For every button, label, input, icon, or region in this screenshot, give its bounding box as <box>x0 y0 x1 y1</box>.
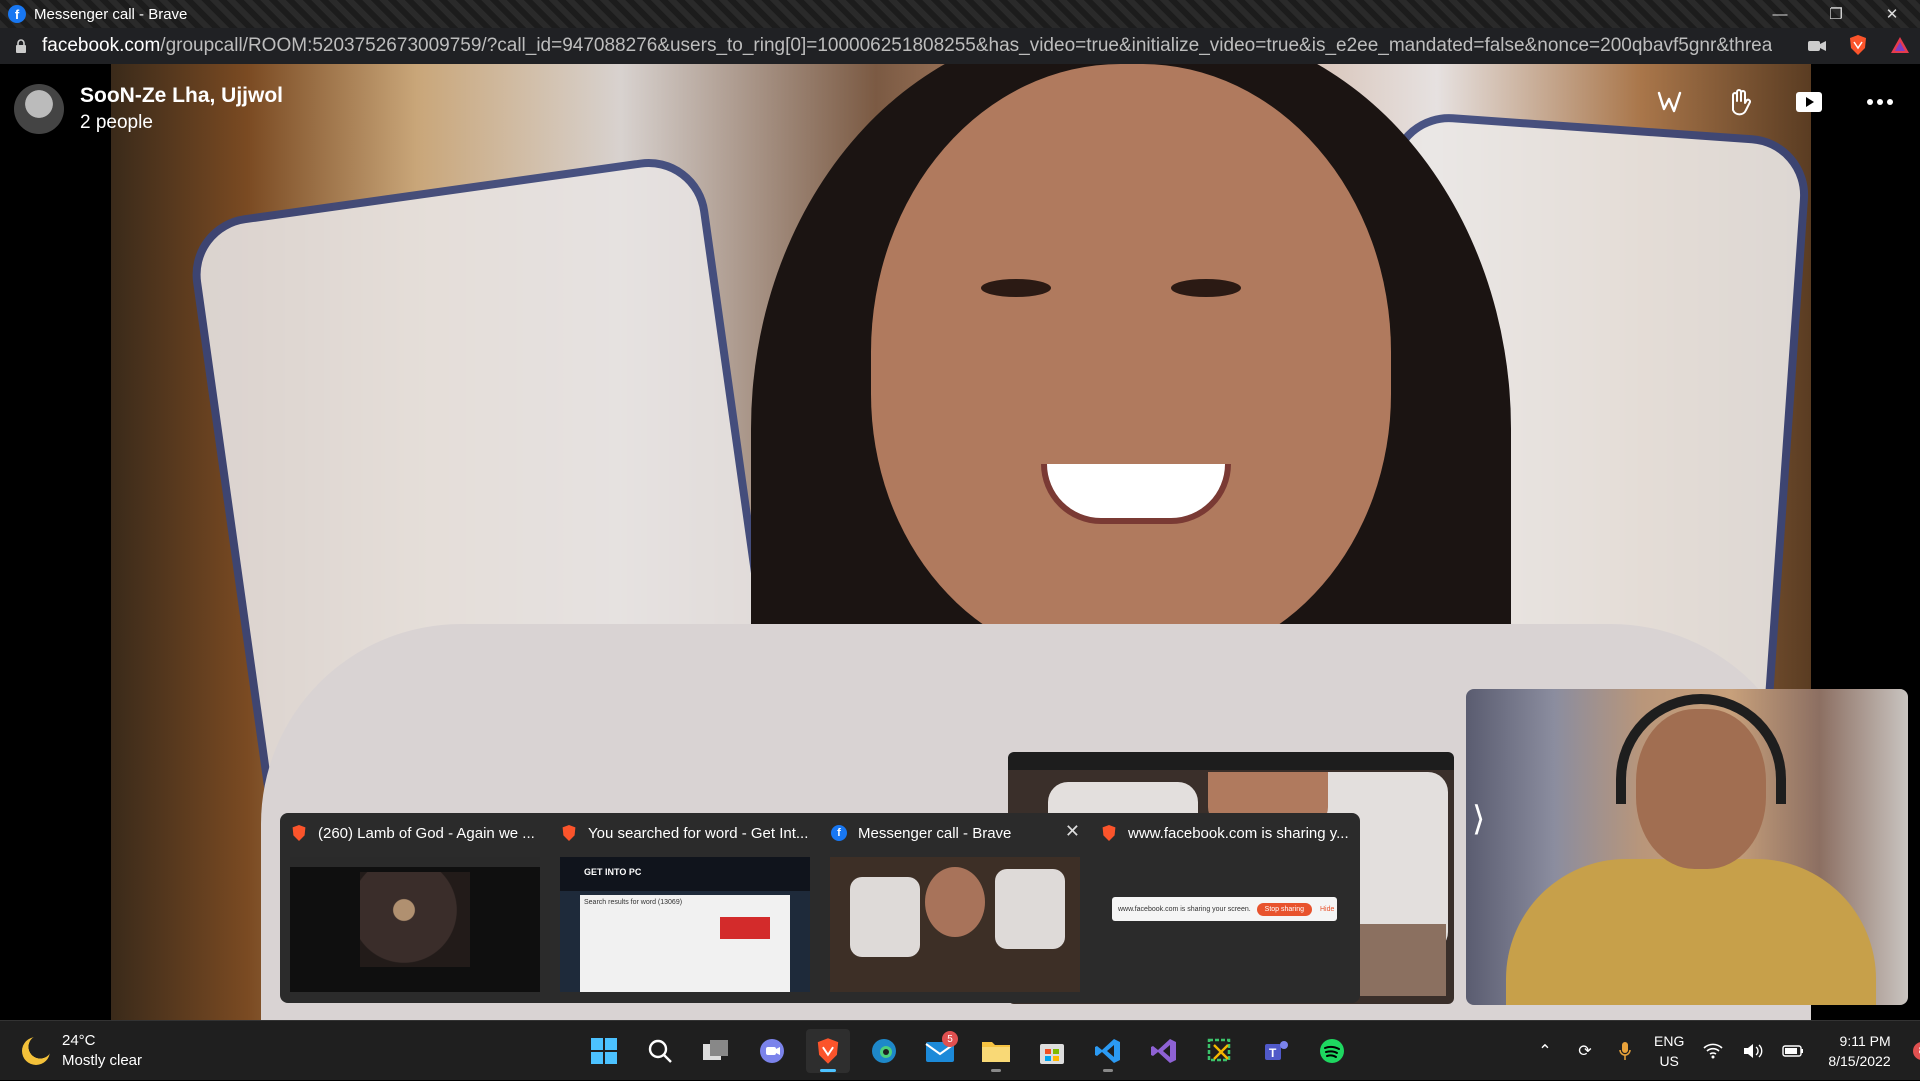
thumbnail-window[interactable]: f Messenger call - Brave ✕ <box>820 813 1090 1003</box>
thumbnail-image: www.facebook.com is sharing your screen.… <box>1100 857 1350 992</box>
effects-icon[interactable] <box>1654 86 1686 118</box>
start-button[interactable] <box>582 1029 626 1073</box>
site-logo-text: GET INTO PC <box>560 857 810 891</box>
edge-browser-icon[interactable] <box>862 1029 906 1073</box>
svg-text:T: T <box>1269 1046 1277 1060</box>
restore-button[interactable]: ❐ <box>1808 0 1864 28</box>
thumbnail-image: GET INTO PC Search results for word (130… <box>560 857 810 992</box>
browser-titlebar: f Messenger call - Brave — ❐ ✕ <box>0 0 1920 28</box>
brave-icon <box>1100 823 1118 843</box>
window-title: Messenger call - Brave <box>34 5 188 23</box>
region-code: US <box>1659 1053 1679 1069</box>
date: 8/15/2022 <box>1828 1053 1891 1069</box>
avatar <box>14 84 64 134</box>
weather-desc: Mostly clear <box>62 1052 143 1069</box>
volume-icon[interactable] <box>1742 1040 1764 1062</box>
teams-icon[interactable]: T <box>1254 1029 1298 1073</box>
microphone-icon[interactable] <box>1614 1040 1636 1062</box>
search-results-text: Search results for word (13069) <box>584 899 683 906</box>
raise-hand-icon[interactable] <box>1724 86 1756 118</box>
facebook-icon: f <box>830 823 848 843</box>
brave-icon <box>560 823 578 843</box>
thumbnail-image <box>290 857 540 992</box>
wifi-icon[interactable] <box>1702 1040 1724 1062</box>
visual-studio-icon[interactable] <box>1142 1029 1186 1073</box>
sync-icon[interactable]: ⟳ <box>1574 1040 1596 1062</box>
search-button[interactable] <box>638 1029 682 1073</box>
moon-icon <box>22 1037 50 1065</box>
thumbnail-window[interactable]: You searched for word - Get Int... GET I… <box>550 813 820 1003</box>
url-path: /groupcall/ROOM:5203752673009759/?call_i… <box>160 35 1772 56</box>
time: 9:11 PM <box>1839 1033 1891 1049</box>
address-bar: facebook.com/groupcall/ROOM:520375267300… <box>0 28 1920 64</box>
lock-icon[interactable] <box>14 38 28 54</box>
close-window-button[interactable]: ✕ <box>1864 0 1920 28</box>
close-thumbnail-button[interactable]: ✕ <box>1065 821 1080 842</box>
weather-widget[interactable]: 24°C Mostly clear <box>22 1031 142 1071</box>
clock[interactable]: 9:11 PM 8/15/2022 <box>1828 1031 1890 1071</box>
brave-browser-icon[interactable] <box>806 1029 850 1073</box>
participants-names: SooN-Ze Lha, Ujjwol <box>80 84 283 107</box>
thumbnail-title: www.facebook.com is sharing y... <box>1128 824 1348 842</box>
language-code: ENG <box>1654 1033 1685 1049</box>
hide-button: Hide <box>1319 905 1335 913</box>
teams-chat-icon[interactable] <box>750 1029 794 1073</box>
spotify-icon[interactable] <box>1310 1029 1354 1073</box>
url-field[interactable]: facebook.com/groupcall/ROOM:520375267300… <box>42 35 1772 57</box>
mail-icon[interactable]: 5 <box>918 1029 962 1073</box>
people-count: 2 people <box>80 112 153 133</box>
minimize-button[interactable]: — <box>1752 0 1808 28</box>
language-indicator[interactable]: ENG US <box>1654 1031 1684 1071</box>
thumbnail-image <box>830 857 1080 992</box>
battery-icon[interactable] <box>1782 1040 1804 1062</box>
watch-together-icon[interactable] <box>1794 86 1826 118</box>
file-explorer-icon[interactable] <box>974 1029 1018 1073</box>
more-options-icon[interactable] <box>1864 86 1896 118</box>
camera-permission-icon[interactable] <box>1808 39 1826 57</box>
thumbnail-window[interactable]: www.facebook.com is sharing y... www.fac… <box>1090 813 1360 1003</box>
vscode-icon[interactable] <box>1086 1029 1130 1073</box>
windows-taskbar: 24°C Mostly clear 5 T ⌃ ⟳ ENG US 9:11 PM… <box>0 1020 1920 1080</box>
snipping-tool-icon[interactable] <box>1198 1029 1242 1073</box>
chevron-up-icon[interactable]: ⌃ <box>1534 1040 1556 1062</box>
taskbar-thumbnail-popup: (260) Lamb of God - Again we ... You sea… <box>280 813 1360 1003</box>
thumbnail-window[interactable]: (260) Lamb of God - Again we ... <box>280 813 550 1003</box>
thumbnail-title: Messenger call - Brave <box>858 824 1012 842</box>
sharing-notice-text: www.facebook.com is sharing your screen. <box>1118 905 1251 913</box>
self-video: ⟩ <box>1466 689 1908 1005</box>
call-header: SooN-Ze Lha, Ujjwol 2 people <box>14 84 283 134</box>
brave-icon <box>290 823 308 843</box>
weather-temp: 24°C <box>62 1032 96 1049</box>
task-view-button[interactable] <box>694 1029 738 1073</box>
microsoft-store-icon[interactable] <box>1030 1029 1074 1073</box>
chevron-right-icon[interactable]: ⟩ <box>1472 799 1485 839</box>
facebook-icon: f <box>8 5 26 23</box>
thumbnail-title: (260) Lamb of God - Again we ... <box>318 824 535 842</box>
notification-badge[interactable]: 8 <box>1912 1042 1920 1060</box>
thumbnail-title: You searched for word - Get Int... <box>588 824 808 842</box>
brave-shields-icon[interactable] <box>1848 34 1868 61</box>
url-host: facebook.com <box>42 35 161 56</box>
sharing-notice-bar: www.facebook.com is sharing your screen.… <box>1112 897 1337 921</box>
brave-rewards-icon[interactable] <box>1890 36 1910 59</box>
stop-sharing-button: Stop sharing <box>1256 902 1312 916</box>
mail-badge: 5 <box>942 1031 958 1047</box>
